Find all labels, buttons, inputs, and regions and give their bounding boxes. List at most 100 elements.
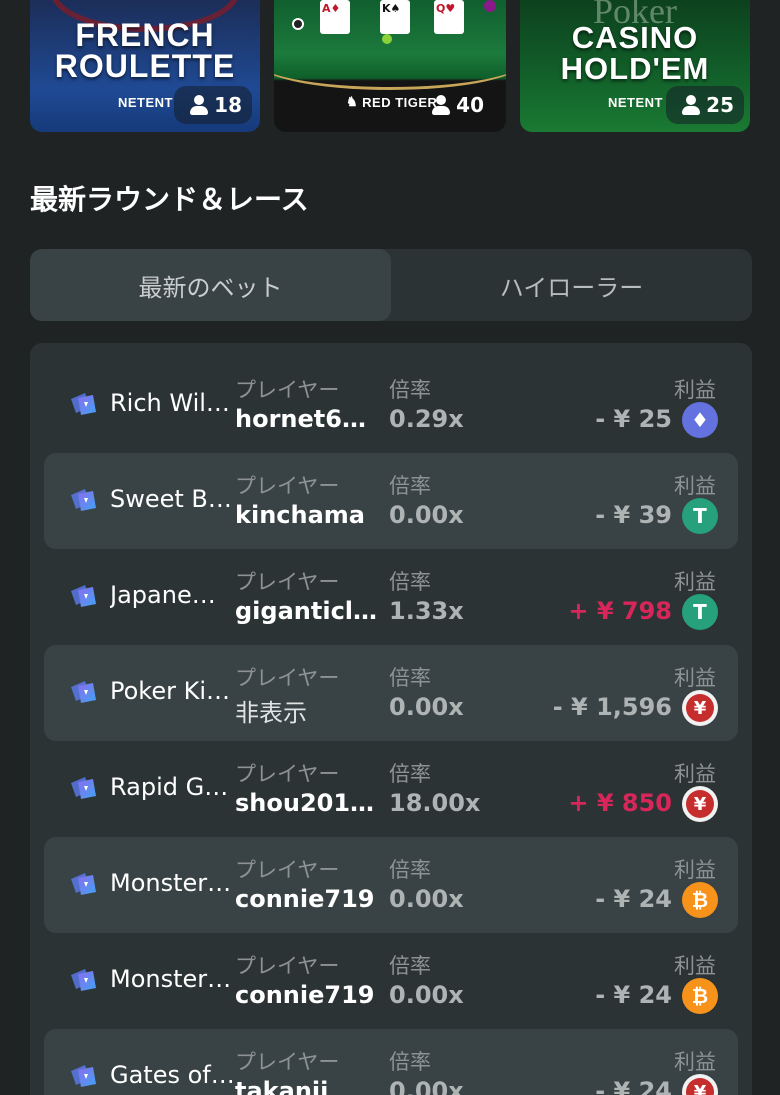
player-label: プレイヤー [235, 474, 340, 498]
provider-logo: NETENT [608, 95, 663, 110]
slot-game-icon [71, 585, 96, 607]
game-name[interactable]: Poker Ki… [110, 677, 235, 705]
profit-label: 利益 [674, 378, 716, 402]
profit-label: 利益 [674, 954, 716, 978]
player-name[interactable]: takanii [235, 1077, 382, 1095]
game-name[interactable]: Monster… [110, 869, 235, 897]
slot-game-icon [71, 681, 96, 703]
player-count-badge: 18 [174, 86, 252, 124]
bet-row[interactable]: Monster… プレイヤー connie719 倍率 0.00x 利益 - ¥… [44, 837, 738, 933]
playing-card: A♦ [320, 0, 350, 34]
game-card-french-roulette[interactable]: FRENCH ROULETTE NETENT 18 [30, 0, 260, 132]
game-cards-row: FRENCH ROULETTE NETENT 18 A♦ K♠ Q♥ ♞ RED… [30, 0, 750, 132]
player-name[interactable]: connie719 [235, 885, 382, 913]
player-name[interactable]: 非表示 [235, 693, 382, 728]
game-card-casino-holdem[interactable]: Poker CASINO HOLD'EM NETENT 25 [520, 0, 750, 132]
user-icon [682, 95, 701, 115]
multiplier-value: 0.00x [389, 981, 464, 1009]
provider-logo: NETENT [118, 95, 173, 110]
player-name[interactable]: connie719 [235, 981, 382, 1009]
profit-value: - ¥ 25 [595, 405, 672, 433]
page: FRENCH ROULETTE NETENT 18 A♦ K♠ Q♥ ♞ RED… [0, 0, 780, 1095]
player-count-badge: 40 [416, 86, 494, 124]
playing-card: Q♥ [434, 0, 464, 34]
player-name[interactable]: giganticla… [235, 597, 382, 625]
multiplier-value: 0.00x [389, 1077, 464, 1095]
slot-game-icon [71, 777, 96, 799]
tab-latest-bets[interactable]: 最新のベット [30, 249, 391, 321]
profit-label: 利益 [674, 570, 716, 594]
slot-game-icon [71, 489, 96, 511]
bet-row[interactable]: Monster… プレイヤー connie719 倍率 0.00x 利益 - ¥… [44, 933, 738, 1029]
tether-icon: T [682, 594, 718, 630]
profit-label: 利益 [674, 762, 716, 786]
game-name[interactable]: Rapid G… [110, 773, 235, 801]
player-name[interactable]: shou201869 [235, 789, 382, 817]
multiplier-label: 倍率 [389, 570, 431, 594]
playing-card: K♠ [380, 0, 410, 34]
multiplier-value: 0.00x [389, 885, 464, 913]
bet-tabs: 最新のベット ハイローラー [30, 249, 752, 321]
game-name[interactable]: Rich Wil… [110, 389, 235, 417]
slot-game-icon [71, 873, 96, 895]
multiplier-value: 0.00x [389, 693, 464, 721]
bet-row[interactable]: Gates of… プレイヤー takanii 倍率 0.00x 利益 - ¥ … [44, 1029, 738, 1095]
profit-value: + ¥ 850 [568, 789, 672, 817]
game-name[interactable]: Gates of… [110, 1061, 235, 1089]
section-title: 最新ラウンド＆レース [30, 183, 309, 216]
bet-row[interactable]: Rich Wil… プレイヤー hornet6244 倍率 0.29x 利益 -… [44, 357, 738, 453]
bitcoin-icon: ₿ [682, 882, 718, 918]
playing-cards-art: A♦ K♠ Q♥ [292, 0, 496, 44]
player-label: プレイヤー [235, 954, 340, 978]
game-name[interactable]: Sweet B… [110, 485, 235, 513]
profit-label: 利益 [674, 1050, 716, 1074]
slot-game-icon [71, 393, 96, 415]
player-label: プレイヤー [235, 666, 340, 690]
profit-value: - ¥ 24 [595, 981, 672, 1009]
game-card-blackjack[interactable]: A♦ K♠ Q♥ ♞ RED TIGER 40 [274, 0, 506, 132]
player-count: 40 [456, 93, 484, 117]
multiplier-label: 倍率 [389, 954, 431, 978]
multiplier-label: 倍率 [389, 858, 431, 882]
player-label: プレイヤー [235, 762, 340, 786]
player-count-badge: 25 [666, 86, 744, 124]
slot-game-icon [71, 969, 96, 991]
bet-row[interactable]: Sweet B… プレイヤー kinchama 倍率 0.00x 利益 - ¥ … [44, 453, 738, 549]
profit-value: - ¥ 24 [595, 1077, 672, 1095]
user-icon [432, 95, 451, 115]
multiplier-value: 18.00x [389, 789, 481, 817]
chip-icon [382, 34, 392, 44]
slot-game-icon [71, 1065, 96, 1087]
player-label: プレイヤー [235, 858, 340, 882]
player-label: プレイヤー [235, 570, 340, 594]
bet-row[interactable]: Japane… プレイヤー giganticla… 倍率 1.33x 利益 + … [44, 549, 738, 645]
red-tiger-icon: ♞ [346, 94, 359, 109]
profit-label: 利益 [674, 666, 716, 690]
player-label: プレイヤー [235, 1050, 340, 1074]
yen-icon: ¥ [682, 690, 718, 726]
game-name[interactable]: Monster… [110, 965, 235, 993]
player-name[interactable]: kinchama [235, 501, 382, 529]
tether-icon: T [682, 498, 718, 534]
multiplier-value: 0.00x [389, 501, 464, 529]
profit-label: 利益 [674, 858, 716, 882]
yen-icon: ¥ [682, 786, 718, 822]
player-name[interactable]: hornet6244 [235, 405, 382, 433]
profit-value: - ¥ 39 [595, 501, 672, 529]
multiplier-label: 倍率 [389, 378, 431, 402]
ethereum-icon: ♦ [682, 402, 718, 438]
multiplier-label: 倍率 [389, 474, 431, 498]
multiplier-value: 0.29x [389, 405, 464, 433]
game-card-title: CASINO HOLD'EM [560, 20, 710, 86]
bet-row[interactable]: Rapid G… プレイヤー shou201869 倍率 18.00x 利益 +… [44, 741, 738, 837]
yen-icon: ¥ [682, 1074, 718, 1095]
profit-value: - ¥ 24 [595, 885, 672, 913]
player-count: 18 [214, 93, 242, 117]
multiplier-label: 倍率 [389, 762, 431, 786]
multiplier-value: 1.33x [389, 597, 464, 625]
tab-high-rollers[interactable]: ハイローラー [391, 249, 752, 321]
game-name[interactable]: Japane… [110, 581, 235, 609]
profit-label: 利益 [674, 474, 716, 498]
game-card-title: FRENCH ROULETTE [54, 17, 236, 84]
bet-row[interactable]: Poker Ki… プレイヤー 非表示 倍率 0.00x 利益 - ¥ 1,59… [44, 645, 738, 741]
